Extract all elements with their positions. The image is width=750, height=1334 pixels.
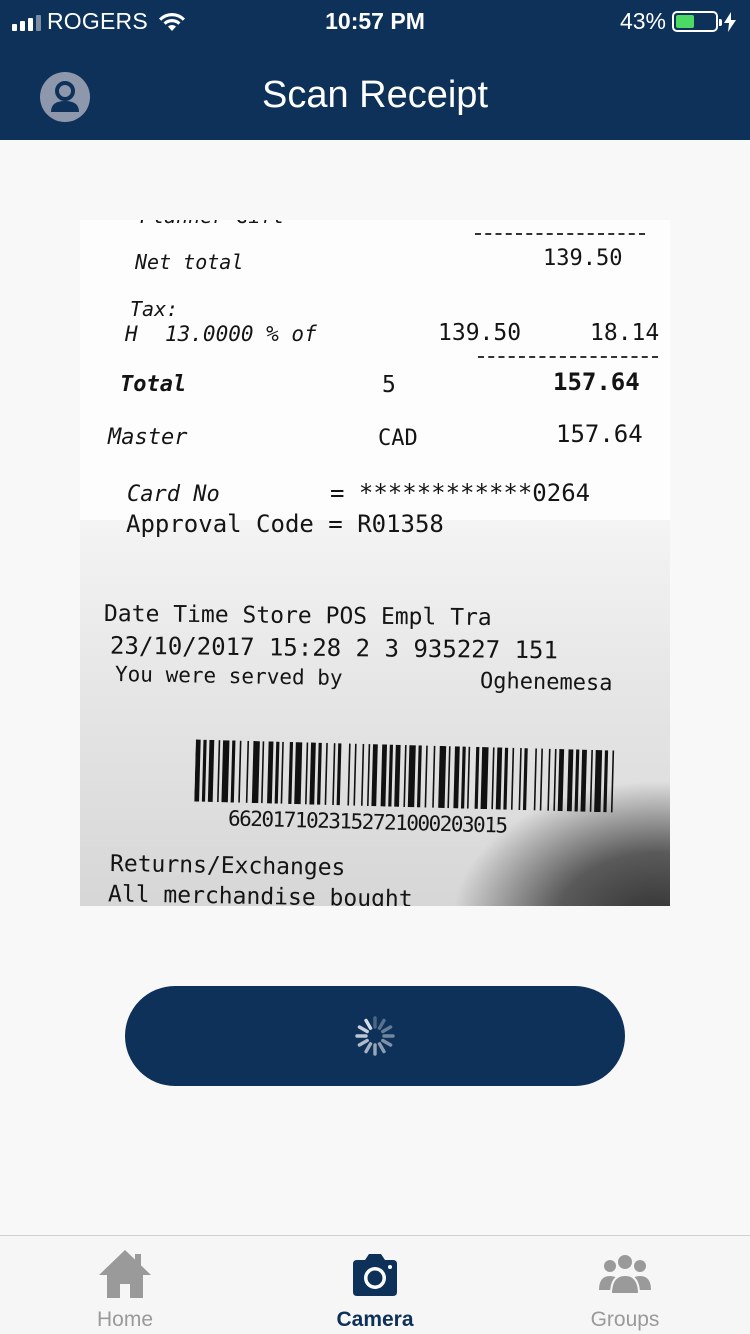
receipt-tax-base: 139.50 — [438, 320, 522, 346]
receipt-total-label: Total — [120, 372, 187, 397]
receipt-total-value: 157.64 — [553, 368, 640, 396]
receipt-top-cut: Planner Gift — [140, 220, 285, 228]
app-header: ROGERS 10:57 PM 43% Scan Receipt — [0, 0, 750, 140]
spinner-icon — [355, 1016, 395, 1056]
receipt-returns-cut: All merchandise bought — [107, 881, 413, 906]
receipt-payment-value: 157.64 — [556, 420, 643, 448]
receipt-columns-header: Date Time Store POS Empl Tra — [103, 600, 492, 632]
page-title: Scan Receipt — [261, 74, 488, 116]
receipt-tax-amount: 18.14 — [590, 320, 660, 346]
battery-icon — [672, 11, 722, 32]
receipt-image: Planner Gift Net total 139.50 Tax: H 13.… — [80, 220, 670, 906]
receipt-card-no-label: Card No — [127, 482, 220, 507]
barcode-image — [194, 739, 615, 813]
receipt-columns-values: 23/10/2017 15:28 2 3 935227 151 — [109, 631, 559, 665]
receipt-served-label: You were served by — [114, 662, 343, 690]
tab-home-label: Home — [96, 1308, 154, 1331]
tab-camera-label: Camera — [336, 1308, 414, 1331]
receipt-returns-heading: Returns/Exchanges — [109, 850, 346, 882]
receipt-tax-label: Tax: — [130, 297, 179, 321]
receipt-served-name: Oghenemesa — [479, 668, 613, 697]
scan-submit-button[interactable] — [125, 986, 625, 1086]
receipt-payment-label: Master — [108, 425, 188, 450]
tab-bar: Home Camera Groups — [0, 1235, 750, 1334]
tab-home[interactable]: Home — [0, 1236, 250, 1334]
tab-camera[interactable]: Camera — [250, 1236, 500, 1334]
battery-percent: 43% — [619, 8, 666, 34]
groups-icon — [599, 1253, 651, 1295]
home-icon — [99, 1250, 151, 1298]
receipt-total-count: 5 — [382, 372, 396, 398]
charging-bolt-icon — [724, 11, 736, 32]
receipt-approval-code: Approval Code = R01358 — [126, 510, 444, 538]
receipt-net-total-label: Net total — [135, 250, 244, 274]
receipt-payment-currency: CAD — [378, 426, 418, 451]
tab-groups-label: Groups — [590, 1308, 660, 1331]
camera-icon — [353, 1254, 397, 1296]
receipt-tax-rate: 13.0000 % of — [165, 322, 317, 346]
receipt-net-total-value: 139.50 — [543, 246, 623, 271]
receipt-tax-code: H — [125, 322, 138, 346]
battery-level-fill — [676, 15, 695, 28]
tab-groups[interactable]: Groups — [500, 1236, 750, 1334]
receipt-card-no-value: = ************0264 — [330, 479, 591, 507]
status-bar: ROGERS 10:57 PM 43% — [0, 0, 750, 40]
status-right: 43% — [620, 8, 736, 35]
